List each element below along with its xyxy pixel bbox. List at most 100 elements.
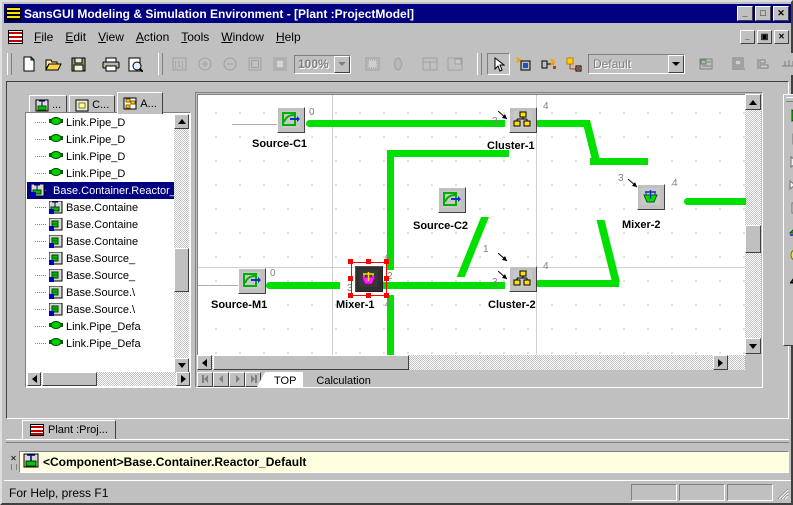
zoom-in-button[interactable] <box>193 53 216 75</box>
add-connector-button[interactable] <box>562 53 585 75</box>
zoom-level-combo[interactable]: 100% <box>294 54 351 74</box>
snap-toggle-button[interactable] <box>386 53 409 75</box>
add-link-button[interactable] <box>537 53 560 75</box>
node-cluster-2[interactable] <box>509 266 537 292</box>
menu-item-window[interactable]: Window <box>215 28 270 46</box>
zoom-out-button[interactable] <box>218 53 241 75</box>
properties-button[interactable]: [1] <box>168 53 191 75</box>
zoom-selection-button[interactable] <box>268 53 291 75</box>
toolbar-grip[interactable] <box>7 53 12 75</box>
stop-button[interactable] <box>785 197 793 219</box>
toolbar-grip-2[interactable] <box>158 53 163 75</box>
list-item[interactable]: Base.Source_ <box>27 267 175 284</box>
run-button[interactable] <box>785 105 793 127</box>
canvas-scroll-up-button[interactable] <box>745 94 761 110</box>
diagram-canvas[interactable]: Source-C1 0 Cluster-1 3 4 Source-C2 1 Mi… <box>197 94 746 355</box>
simulation-toolbar-grip[interactable] <box>786 97 793 102</box>
menu-item-view[interactable]: View <box>92 28 130 46</box>
resize-handle-se[interactable] <box>384 293 389 298</box>
resize-handle-nw[interactable] <box>348 259 353 264</box>
minimize-button[interactable]: _ <box>737 6 753 21</box>
canvas-horizontal-scrollbar[interactable] <box>197 355 745 370</box>
maximize-button[interactable]: □ <box>755 6 771 21</box>
list-item[interactable]: Link.Pipe_D <box>27 148 175 165</box>
print-preview-button[interactable] <box>124 53 147 75</box>
next-sheet-button[interactable] <box>229 372 245 387</box>
message-box[interactable]: <Component>Base.Container.Reactor_Defaul… <box>19 451 789 473</box>
list-item[interactable]: Link.Pipe_D <box>27 165 175 182</box>
menu-item-action[interactable]: Action <box>130 28 175 46</box>
tree-scroll-right-button[interactable] <box>176 372 190 386</box>
tree-horizontal-scrollbar[interactable] <box>27 372 190 386</box>
tree-scroll-left-button[interactable] <box>27 372 41 386</box>
zoom-page-button[interactable] <box>243 53 266 75</box>
pipe-sourcem1-mixer1[interactable] <box>270 282 340 289</box>
first-sheet-button[interactable] <box>197 372 213 387</box>
list-item[interactable]: Base.Containe <box>27 216 175 233</box>
mdi-close-button[interactable]: ✕ <box>774 29 789 44</box>
node-mixer-2[interactable] <box>637 184 665 210</box>
tree-scroll-down-button[interactable] <box>174 358 189 373</box>
save-button[interactable] <box>67 53 90 75</box>
toolbar-grip-3[interactable] <box>477 53 482 75</box>
list-item[interactable]: Base.Containe <box>27 199 175 216</box>
print-button[interactable] <box>99 53 122 75</box>
resize-handle-s[interactable] <box>366 293 371 298</box>
add-component-button[interactable] <box>512 53 535 75</box>
node-cluster-1[interactable] <box>509 107 537 133</box>
resize-grip[interactable] <box>775 486 789 500</box>
canvas-vertical-scrollbar[interactable] <box>745 94 761 354</box>
component-tree[interactable]: Link.Pipe_D Link.Pipe_D Link.Pipe_D Link… <box>25 112 191 388</box>
new-button[interactable] <box>17 53 40 75</box>
tree-scroll-thumb[interactable] <box>174 248 189 292</box>
tree-scroll-up-button[interactable] <box>174 114 189 129</box>
prev-sheet-button[interactable] <box>213 372 229 387</box>
pipe-mixer1-up[interactable] <box>387 150 394 270</box>
select-tool-button[interactable] <box>487 53 510 75</box>
layout-alt-button[interactable] <box>443 53 466 75</box>
component-type-dropdown-button[interactable] <box>668 55 684 73</box>
canvas-scroll-right-button[interactable] <box>713 355 728 370</box>
space-across-button[interactable] <box>777 53 793 75</box>
open-button[interactable] <box>42 53 65 75</box>
align-bottom-button[interactable] <box>727 53 750 75</box>
resize-handle-ne[interactable] <box>384 259 389 264</box>
list-item[interactable]: Link.Pipe_Defa <box>27 335 175 352</box>
canvas-scroll-left-button[interactable] <box>197 355 212 370</box>
node-source-c2[interactable] <box>438 187 466 213</box>
menu-item-edit[interactable]: Edit <box>59 28 92 46</box>
canvas-hscroll-thumb[interactable] <box>213 355 409 370</box>
list-item[interactable]: Base.Source.\ <box>27 284 175 301</box>
tree-vertical-scrollbar[interactable] <box>174 114 189 373</box>
resize-handle-sw[interactable] <box>348 293 353 298</box>
resize-handle-n[interactable] <box>366 259 371 264</box>
tree-hscroll-thumb[interactable] <box>42 372 97 386</box>
canvas-scroll-down-button[interactable] <box>745 338 761 354</box>
component-type-combo[interactable]: Default <box>588 54 685 74</box>
workspace-tab-plant[interactable]: Plant :Proj... <box>22 420 116 439</box>
list-item[interactable]: Base.Source.\ <box>27 301 175 318</box>
reset-button[interactable] <box>785 220 793 242</box>
sheet-tab-top[interactable]: TOP <box>257 372 304 388</box>
continue-button[interactable] <box>785 174 793 196</box>
list-item[interactable]: Link.Pipe_D <box>27 114 175 131</box>
node-source-c1[interactable] <box>277 107 305 133</box>
list-item[interactable]: Base.Source_ <box>27 250 175 267</box>
pipe-cluster2-out[interactable] <box>539 280 619 287</box>
pause-button[interactable] <box>785 128 793 150</box>
close-button[interactable]: ✕ <box>773 6 789 21</box>
zoom-dropdown-button[interactable] <box>334 55 350 73</box>
message-close-button[interactable]: ✕ <box>8 451 19 473</box>
step-button[interactable] <box>785 151 793 173</box>
list-item-selected[interactable]: Base.Container.Reactor_Default:Mixer-1 <box>27 182 175 199</box>
initialize-button[interactable] <box>785 243 793 265</box>
plot-button[interactable] <box>785 266 793 288</box>
menu-item-tools[interactable]: Tools <box>175 28 215 46</box>
list-item[interactable]: Base.Containe <box>27 233 175 250</box>
node-source-m1[interactable] <box>238 268 266 294</box>
menu-item-help[interactable]: Help <box>270 28 307 46</box>
list-item[interactable]: Link.Pipe_Defa <box>27 318 175 335</box>
list-item[interactable]: Link.Pipe_D <box>27 131 175 148</box>
tab-assembly[interactable]: A... <box>117 92 163 114</box>
canvas-vscroll-thumb[interactable] <box>745 225 761 253</box>
